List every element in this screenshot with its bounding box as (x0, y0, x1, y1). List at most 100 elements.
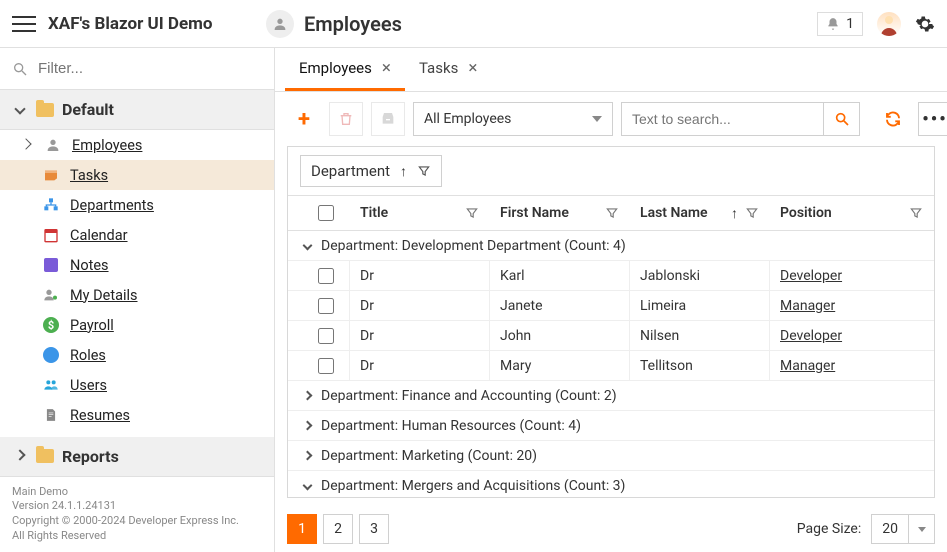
new-button[interactable]: + (287, 102, 321, 136)
archive-icon (380, 111, 396, 127)
sidebar-footer: Main Demo Version 24.1.1.24131 Copyright… (0, 477, 274, 552)
sidebar-item-users[interactable]: Users (0, 370, 274, 400)
person-icon (44, 136, 62, 154)
table-row[interactable]: Dr John Nilsen Developer (288, 321, 934, 351)
select-all-checkbox[interactable] (318, 205, 334, 221)
user-icon (266, 10, 294, 38)
group-row[interactable]: Department: Marketing (Count: 20) (288, 441, 934, 471)
group-row[interactable]: Department: Mergers and Acquisitions (Co… (288, 471, 934, 497)
page-size-select[interactable]: 20 (871, 514, 935, 544)
refresh-button[interactable] (876, 102, 910, 136)
close-icon[interactable]: × (468, 58, 477, 78)
caret-down-icon (908, 515, 934, 543)
mydetails-icon (42, 286, 60, 304)
user-avatar[interactable] (877, 12, 901, 36)
search-icon (834, 111, 850, 127)
filter-icon[interactable] (605, 206, 619, 220)
notifications-button[interactable]: 1 (817, 12, 863, 36)
page-size-label: Page Size: (797, 521, 862, 537)
sidebar-item-notes[interactable]: Notes (0, 250, 274, 280)
search-icon (12, 61, 28, 77)
page-button[interactable]: 2 (323, 514, 353, 544)
hamburger-menu[interactable] (12, 16, 36, 32)
refresh-icon (884, 110, 902, 128)
group-label: Department: Human Resources (Count: 4) (321, 418, 581, 434)
cell-title: Dr (350, 321, 490, 350)
app-title: XAF's Blazor UI Demo (48, 14, 266, 34)
cell-title: Dr (350, 291, 490, 320)
folder-icon (36, 103, 54, 117)
cell-last-name: Limeira (630, 291, 770, 320)
filter-icon[interactable] (745, 206, 759, 220)
table-row[interactable]: Dr Janete Limeira Manager (288, 291, 934, 321)
sidebar-filter-input[interactable] (38, 60, 262, 77)
chevron-right-icon (303, 451, 313, 461)
group-label: Department: Marketing (Count: 20) (321, 448, 537, 464)
row-checkbox[interactable] (318, 298, 334, 314)
cell-title: Dr (350, 351, 490, 380)
cell-position-link[interactable]: Manager (780, 298, 835, 314)
group-label: Department: Mergers and Acquisitions (Co… (321, 478, 625, 494)
column-position[interactable]: Position (770, 196, 934, 230)
cell-position-link[interactable]: Developer (780, 328, 842, 344)
section-label: Reports (62, 447, 119, 466)
page-title: Employees (304, 12, 817, 36)
sidebar-item-roles[interactable]: Roles (0, 340, 274, 370)
sidebar-item-tasks[interactable]: Tasks (0, 160, 274, 190)
filter-icon[interactable] (909, 206, 923, 220)
filter-icon[interactable] (417, 164, 431, 178)
sidebar-item-calendar[interactable]: Calendar (0, 220, 274, 250)
notification-count: 1 (846, 16, 854, 32)
table-row[interactable]: Dr Karl Jablonski Developer (288, 261, 934, 291)
row-checkbox[interactable] (318, 328, 334, 344)
page-button[interactable]: 1 (287, 514, 317, 544)
page-button[interactable]: 3 (359, 514, 389, 544)
sidebar-item-payroll[interactable]: $ Payroll (0, 310, 274, 340)
table-row[interactable]: Dr Mary Tellitson Manager (288, 351, 934, 381)
column-header-row: Title First Name Last Name↑ Position (288, 195, 934, 231)
search-input[interactable] (622, 103, 823, 135)
payroll-icon: $ (42, 316, 60, 334)
close-icon[interactable]: × (382, 58, 391, 78)
filter-icon[interactable] (465, 206, 479, 220)
row-checkbox[interactable] (318, 358, 334, 374)
sidebar-item-departments[interactable]: Departments (0, 190, 274, 220)
sidebar-section-reports[interactable]: Reports (0, 437, 274, 477)
archive-button[interactable] (371, 102, 405, 136)
tab-tasks[interactable]: Tasks × (405, 48, 491, 91)
group-row[interactable]: Department: Finance and Accounting (Coun… (288, 381, 934, 411)
note-icon (42, 256, 60, 274)
cell-first-name: Karl (490, 261, 630, 290)
dots-icon: ••• (922, 109, 947, 130)
sort-asc-icon: ↑ (731, 205, 738, 222)
group-row[interactable]: Department: Human Resources (Count: 4) (288, 411, 934, 441)
group-chip-department[interactable]: Department ↑ (300, 155, 442, 187)
folder-icon (36, 449, 54, 463)
search-button[interactable] (823, 103, 859, 135)
delete-button[interactable] (329, 102, 363, 136)
column-last-name[interactable]: Last Name↑ (630, 196, 770, 230)
chevron-right-icon (303, 391, 313, 401)
calendar-icon (42, 226, 60, 244)
cell-last-name: Nilsen (630, 321, 770, 350)
column-first-name[interactable]: First Name (490, 196, 630, 230)
sidebar-item-resumes[interactable]: Resumes (0, 400, 274, 430)
settings-button[interactable] (915, 14, 935, 34)
cell-position-link[interactable]: Developer (780, 268, 842, 284)
bell-icon (826, 17, 840, 31)
chevron-down-icon (303, 241, 313, 251)
row-checkbox[interactable] (318, 268, 334, 284)
view-selector[interactable]: All Employees (413, 102, 613, 136)
group-label: Department: Finance and Accounting (Coun… (321, 388, 617, 404)
group-row[interactable]: Department: Development Department (Coun… (288, 231, 934, 261)
tab-employees[interactable]: Employees × (285, 48, 405, 91)
column-title[interactable]: Title (350, 196, 490, 230)
cell-last-name: Jablonski (630, 261, 770, 290)
sidebar-section-default[interactable]: Default (0, 90, 274, 130)
roles-icon (42, 346, 60, 364)
more-actions-button[interactable]: ••• (918, 102, 947, 136)
cell-title: Dr (350, 261, 490, 290)
sidebar-item-mydetails[interactable]: My Details (0, 280, 274, 310)
sidebar-item-employees[interactable]: Employees (0, 130, 274, 160)
cell-position-link[interactable]: Manager (780, 358, 835, 374)
